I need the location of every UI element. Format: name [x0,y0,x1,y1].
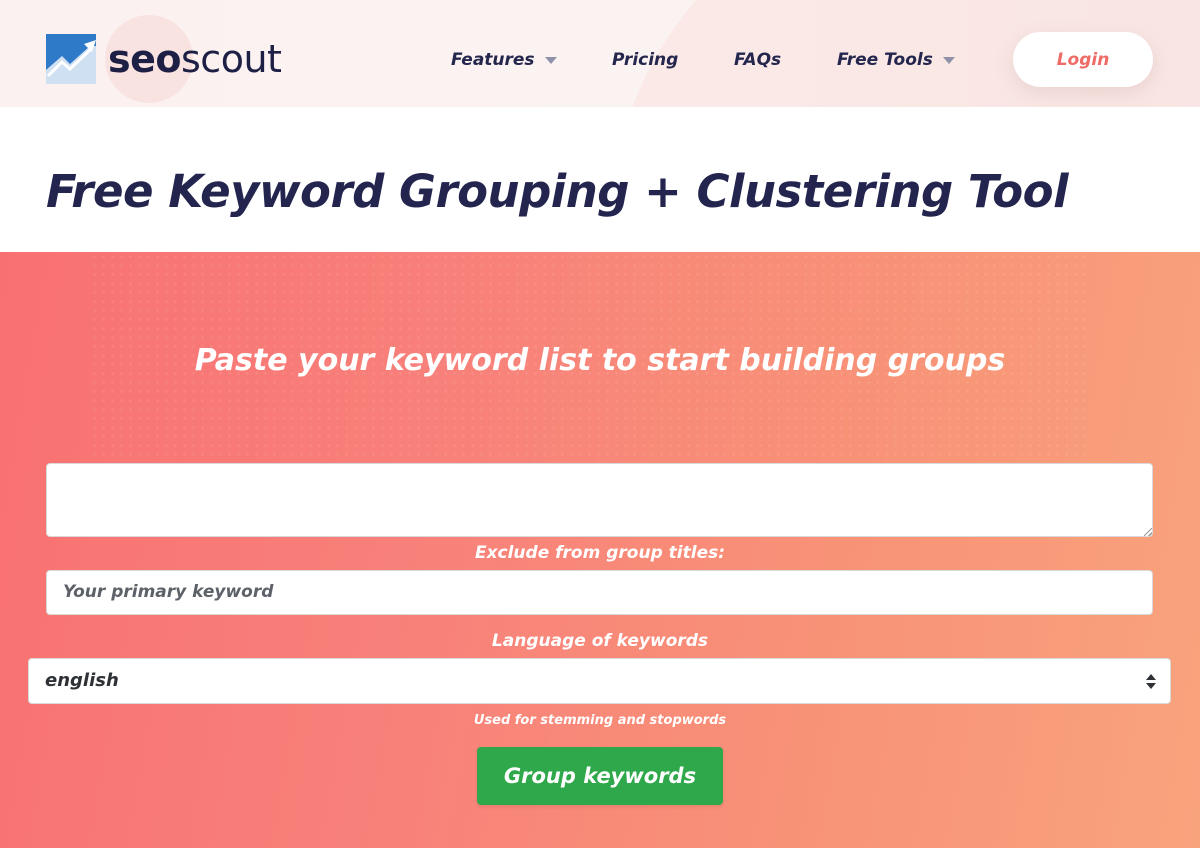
group-keywords-button[interactable]: Group keywords [477,747,723,805]
login-button[interactable]: Login [1013,32,1153,87]
site-logo[interactable]: seoscout [46,34,282,84]
exclude-label: Exclude from group titles: [474,543,726,563]
chevron-down-icon [544,56,557,64]
page-title: Free Keyword Grouping + Clustering Tool [46,165,1069,218]
language-select[interactable]: english [28,658,1171,704]
language-label: Language of keywords [491,631,709,651]
form-heading: Paste your keyword list to start buildin… [194,343,1006,378]
language-help-text: Used for stemming and stopwords [473,713,727,728]
exclude-input[interactable]: Your primary keyword [46,570,1153,615]
logo-wordmark-light: scout [181,37,282,81]
chevron-down-icon [942,56,955,64]
language-select-value: english [45,670,119,691]
nav-item-faqs[interactable]: FAQs [734,46,781,74]
resize-handle-icon[interactable] [1144,528,1152,536]
logo-wordmark-bold: seo [108,37,182,81]
nav-item-label: Free Tools [837,50,933,70]
nav-item-label: Features [451,50,535,70]
select-arrows-icon [1146,674,1156,690]
nav-item-pricing[interactable]: Pricing [612,46,678,74]
logo-chart-icon [46,34,96,84]
site-header: seoscout Features Pricing FAQs Free Tool… [0,0,1200,107]
logo-wordmark: seoscout [108,37,282,81]
nav-item-features[interactable]: Features [451,46,557,74]
nav-item-free-tools[interactable]: Free Tools [837,46,955,74]
exclude-input-placeholder: Your primary keyword [63,582,274,602]
keywords-textarea[interactable] [46,463,1153,537]
nav-item-label: FAQs [734,50,782,70]
nav-item-label: Pricing [612,50,679,70]
